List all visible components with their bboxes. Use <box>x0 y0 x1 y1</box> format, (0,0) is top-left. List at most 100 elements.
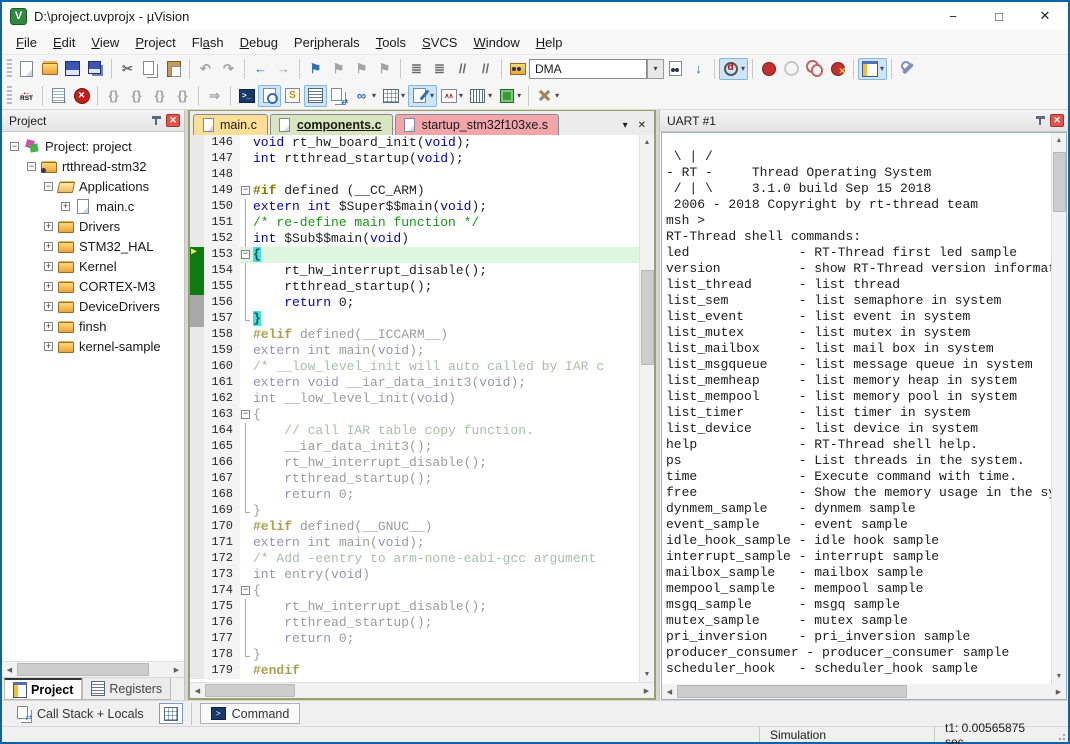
stop-button[interactable] <box>70 85 93 107</box>
fold-toggle-163[interactable]: − <box>240 407 253 423</box>
paste-button[interactable] <box>162 58 185 80</box>
command-tab[interactable]: > Command <box>200 703 301 724</box>
uncomment-selection-button[interactable]: // <box>474 58 497 80</box>
expander-plus-icon[interactable]: + <box>44 302 53 311</box>
call-stack-window-button[interactable] <box>327 85 350 107</box>
cut-button[interactable]: ✂ <box>116 58 139 80</box>
toolbox-button[interactable]: ▾ <box>533 85 562 107</box>
tree-item-devicedrivers[interactable]: +DeviceDrivers <box>2 296 184 316</box>
fold-toggle-153[interactable]: − <box>240 247 253 263</box>
configure-target-button[interactable] <box>896 58 919 80</box>
editor-tab-main-c[interactable]: main.c <box>193 114 268 135</box>
menu-project[interactable]: Project <box>127 32 183 53</box>
scroll-thumb[interactable] <box>1053 152 1066 212</box>
undo-button[interactable]: ↶ <box>194 58 217 80</box>
scroll-down-icon[interactable]: ▼ <box>640 667 655 682</box>
menu-debug[interactable]: Debug <box>232 32 286 53</box>
pin-icon[interactable] <box>1036 116 1045 125</box>
expander-plus-icon[interactable]: + <box>44 322 53 331</box>
uart-terminal[interactable]: \ | /- RT - Thread Operating System / | … <box>662 133 1051 684</box>
debug-session-button[interactable]: ▾ <box>719 58 748 80</box>
window-layout-button[interactable]: ▾ <box>858 58 887 80</box>
navigate-back-button[interactable]: ← <box>249 58 272 80</box>
menu-view[interactable]: View <box>83 32 127 53</box>
tree-item-applications[interactable]: −Applications <box>2 176 184 196</box>
toolbar-grip[interactable] <box>7 59 12 79</box>
scroll-thumb[interactable] <box>677 685 907 698</box>
open-file-button[interactable] <box>38 58 61 80</box>
memory-window-button[interactable] <box>159 703 183 724</box>
save-all-button[interactable] <box>84 58 107 80</box>
tree-item-kernel[interactable]: +Kernel <box>2 256 184 276</box>
scroll-right-icon[interactable]: ▶ <box>639 683 654 698</box>
panel-tab-project[interactable]: Project <box>4 678 82 700</box>
registers-window-button[interactable] <box>304 85 327 107</box>
breakpoint-insert-button[interactable] <box>757 58 780 80</box>
scroll-right-icon[interactable]: ▶ <box>1051 684 1066 699</box>
step-out-button[interactable]: {} <box>148 85 171 107</box>
scroll-down-icon[interactable]: ▼ <box>1052 669 1067 684</box>
system-viewer-button[interactable]: ▾ <box>495 85 524 107</box>
menu-edit[interactable]: Edit <box>45 32 83 53</box>
show-next-statement-button[interactable]: ⇒ <box>203 85 226 107</box>
expander-plus-icon[interactable]: + <box>44 242 53 251</box>
find-in-files-button[interactable] <box>506 58 529 80</box>
serial-window-button[interactable]: ▾ <box>408 85 437 107</box>
menu-flash[interactable]: Flash <box>184 32 232 53</box>
scroll-up-icon[interactable]: ▲ <box>1052 133 1067 148</box>
code-area[interactable]: 146void rt_hw_board_init(void);147int rt… <box>190 135 639 682</box>
minimize-button[interactable]: − <box>930 2 976 30</box>
menu-window[interactable]: Window <box>465 32 527 53</box>
search-combo-input[interactable]: DMA <box>529 59 647 79</box>
tree-item-kernel-sample[interactable]: +kernel-sample <box>2 336 184 356</box>
toolbar-grip[interactable] <box>7 86 12 106</box>
tab-list-dropdown-icon[interactable]: ▾ <box>623 120 628 131</box>
command-window-button[interactable] <box>235 85 258 107</box>
panel-tab-registers[interactable]: Registers <box>82 678 171 700</box>
menu-file[interactable]: File <box>8 32 45 53</box>
scroll-right-icon[interactable]: ▶ <box>169 662 184 677</box>
tree-item-finsh[interactable]: +finsh <box>2 316 184 336</box>
bookmark-previous-button[interactable]: ⚑ <box>327 58 350 80</box>
uart-hscrollbar[interactable]: ◀ ▶ <box>661 684 1067 700</box>
fold-toggle-174[interactable]: − <box>240 583 253 599</box>
analysis-window-button[interactable]: ▾ <box>437 85 466 107</box>
menu-tools[interactable]: Tools <box>368 32 414 53</box>
project-hscrollbar[interactable]: ◀ ▶ <box>2 661 184 677</box>
search-combo-dropdown[interactable]: ▾ <box>647 59 664 79</box>
incremental-find-button[interactable]: ↓ <box>687 58 710 80</box>
memory-window-button[interactable]: ▾ <box>379 85 408 107</box>
tree-item-main-c[interactable]: +main.c <box>2 196 184 216</box>
disassembly-window-button[interactable] <box>258 85 281 107</box>
run-button[interactable] <box>47 85 70 107</box>
run-to-cursor-button[interactable]: {} <box>171 85 194 107</box>
tree-item-project-project[interactable]: −Project: project <box>2 136 184 156</box>
save-file-button[interactable] <box>61 58 84 80</box>
trace-window-button[interactable]: ▾ <box>466 85 495 107</box>
menu-peripherals[interactable]: Peripherals <box>286 32 368 53</box>
new-file-button[interactable] <box>15 58 38 80</box>
editor-tab-startup-stm32f103xe-s[interactable]: startup_stm32f103xe.s <box>395 114 559 135</box>
expander-minus-icon[interactable]: − <box>27 162 36 171</box>
project-panel-close-icon[interactable]: ✕ <box>166 114 180 127</box>
tree-item-rtthread-stm32[interactable]: −rtthread-stm32 <box>2 156 184 176</box>
scroll-up-icon[interactable]: ▲ <box>640 135 655 150</box>
copy-button[interactable] <box>139 58 162 80</box>
tree-item-stm32-hal[interactable]: +STM32_HAL <box>2 236 184 256</box>
expander-plus-icon[interactable]: + <box>44 342 53 351</box>
scroll-thumb[interactable] <box>17 663 149 676</box>
bookmark-next-button[interactable]: ⚑ <box>350 58 373 80</box>
menu-help[interactable]: Help <box>528 32 571 53</box>
comment-selection-button[interactable]: // <box>451 58 474 80</box>
redo-button[interactable]: ↷ <box>217 58 240 80</box>
fold-toggle-149[interactable]: − <box>240 183 253 199</box>
find-in-files-dialog-button[interactable] <box>664 58 687 80</box>
editor-close-icon[interactable]: ✕ <box>638 120 646 131</box>
maximize-button[interactable]: □ <box>976 2 1022 30</box>
scroll-thumb[interactable] <box>641 270 654 365</box>
tree-item-cortex-m3[interactable]: +CORTEX-M3 <box>2 276 184 296</box>
uart-vscrollbar[interactable]: ▲ ▼ <box>1051 133 1066 684</box>
expander-minus-icon[interactable]: − <box>44 182 53 191</box>
scroll-left-icon[interactable]: ◀ <box>2 662 17 677</box>
symbol-window-button[interactable] <box>281 85 304 107</box>
